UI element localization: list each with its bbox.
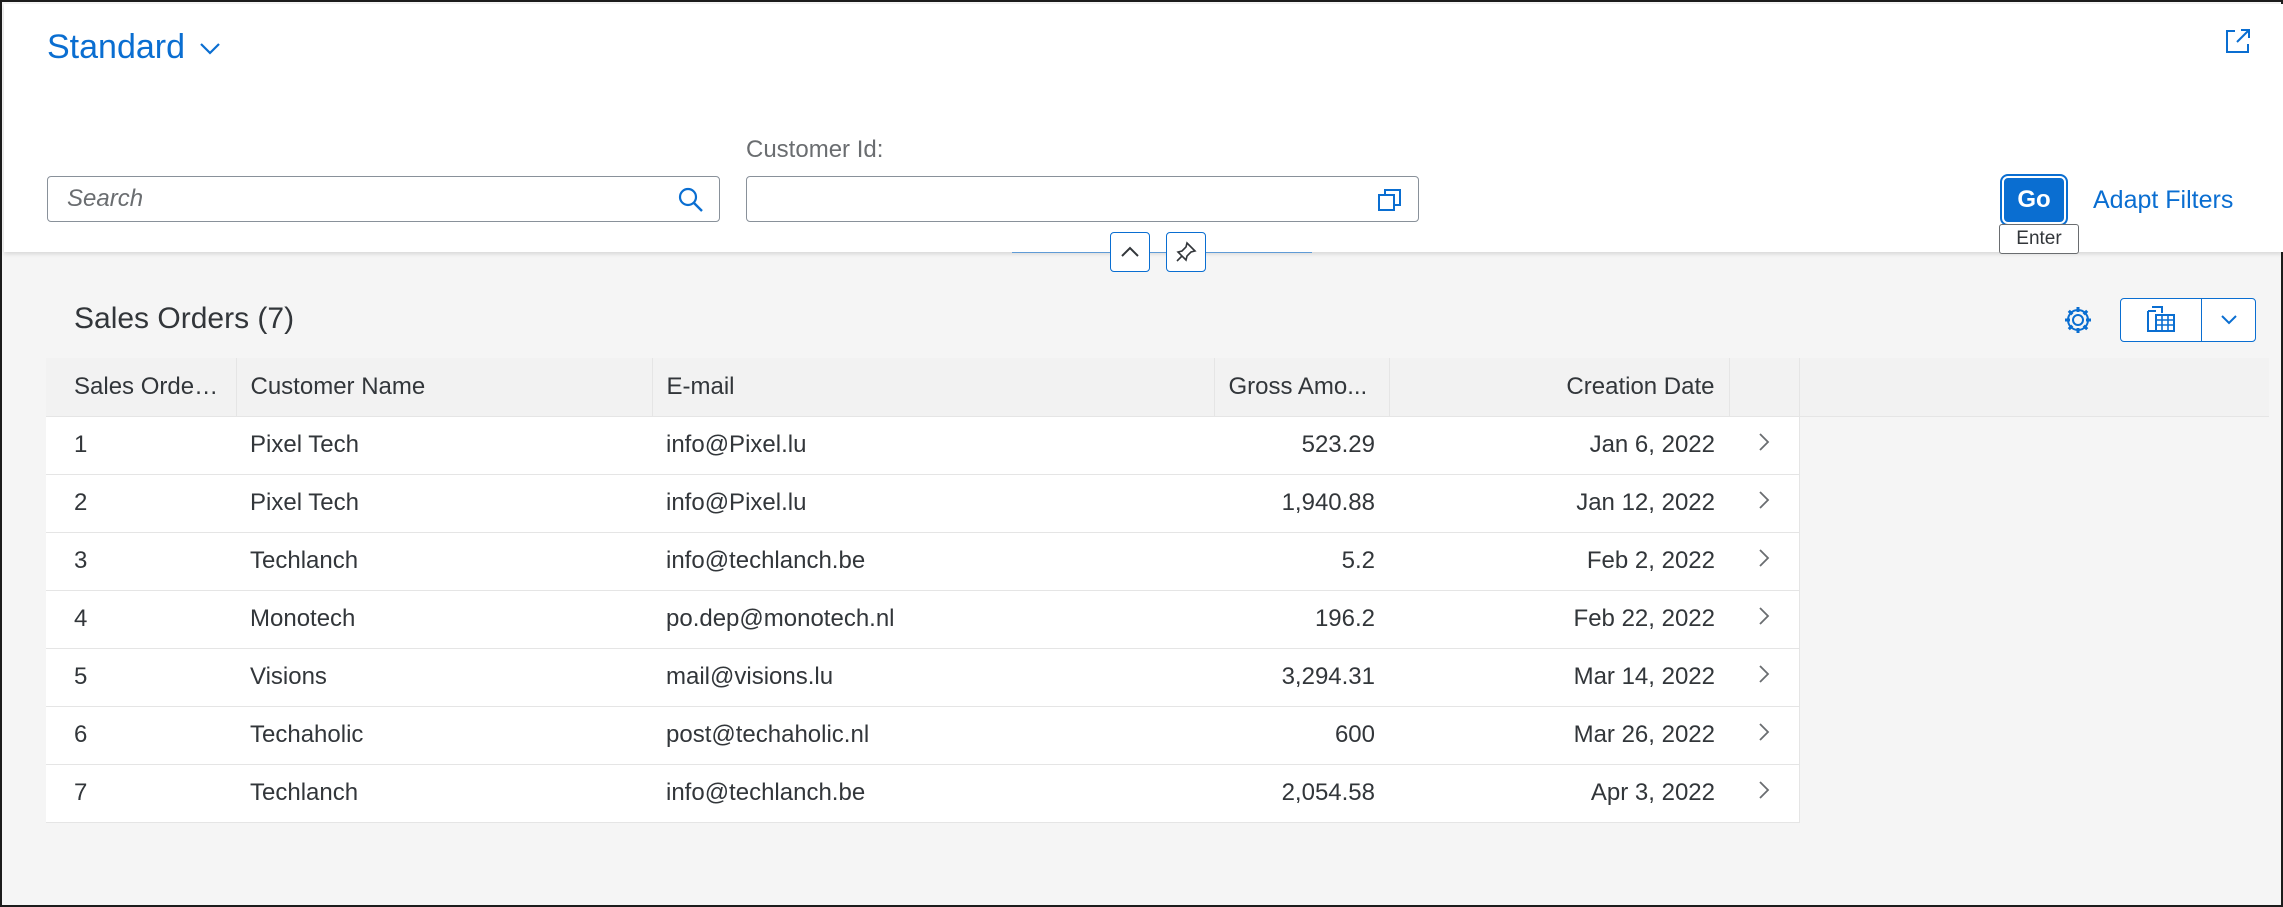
customer-id-input[interactable] [746,176,1419,222]
column-header-navigation [1729,358,1800,417]
adapt-filters-link[interactable]: Adapt Filters [2093,186,2233,215]
chevron-right-icon [1759,491,1770,509]
cell-email: info@Pixel.lu [652,474,1214,533]
cell-customer-name: Pixel Tech [236,416,652,475]
column-header-email[interactable]: E-mail [652,358,1215,417]
row-navigation[interactable] [1729,532,1799,591]
cell-customer-name: Techlanch [236,764,652,823]
table-title: Sales Orders (7) [74,302,295,335]
chevron-down-icon[interactable] [199,42,221,61]
row-navigation[interactable] [1729,764,1799,823]
row-navigation[interactable] [1729,648,1799,707]
row-filler [1798,416,2269,474]
chevron-right-icon [1759,723,1770,741]
pin-header-button[interactable] [1166,232,1206,272]
cell-customer-name: Techaholic [236,706,652,765]
column-header-creation-date[interactable]: Creation Date [1389,358,1730,417]
header-divider [1012,252,1312,253]
cell-sales-order-id: 2 [46,474,236,533]
go-tooltip: Enter [1999,224,2079,254]
sales-orders-table: Sales Order Id Customer Name E-mail Gros… [46,358,2269,823]
filter-header: Standard Customer Id: Search Go Adapt Fi… [4,4,2283,252]
cell-creation-date: Mar 14, 2022 [1389,648,1729,707]
cell-creation-date: Mar 26, 2022 [1389,706,1729,765]
row-navigation[interactable] [1729,474,1799,533]
cell-email: info@Pixel.lu [652,416,1214,475]
row-navigation[interactable] [1729,416,1799,475]
cell-email: mail@visions.lu [652,648,1214,707]
export-button[interactable] [2121,299,2202,341]
cell-creation-date: Apr 3, 2022 [1389,764,1729,823]
table-row[interactable]: 3 Techlanch info@techlanch.be 5.2 Feb 2, 202… [46,532,2269,591]
cell-creation-date: Jan 6, 2022 [1389,416,1729,475]
cell-email: info@techlanch.be [652,764,1214,823]
value-help-icon[interactable] [1376,186,1404,219]
search-placeholder: Search [67,185,144,212]
export-button-group [2120,298,2256,342]
cell-gross-amount: 3,294.31 [1214,648,1389,707]
cell-gross-amount: 523.29 [1214,416,1389,475]
collapse-header-button[interactable] [1110,232,1150,272]
chevron-right-icon [1759,781,1770,799]
cell-creation-date: Feb 2, 2022 [1389,532,1729,591]
column-header-sales-order-id[interactable]: Sales Order Id [46,358,237,417]
cell-email: info@techlanch.be [652,532,1214,591]
table-row[interactable]: 1 Pixel Tech info@Pixel.lu 523.29 Jan 6, 202… [46,416,2269,475]
row-filler [1798,706,2269,764]
row-filler [1798,764,2269,822]
cell-email: post@techaholic.nl [652,706,1214,765]
chevron-up-icon [1121,246,1139,257]
variant-title: Standard [47,28,185,66]
pin-icon [1176,241,1197,262]
cell-sales-order-id: 5 [46,648,236,707]
table-row[interactable]: 5 Visions mail@visions.lu 3,294.31 Mar 14, 2… [46,648,2269,707]
row-navigation[interactable] [1729,706,1799,765]
row-filler [1798,648,2269,706]
cell-sales-order-id: 6 [46,706,236,765]
go-button[interactable]: Go [2000,174,2068,226]
cell-sales-order-id: 1 [46,416,236,475]
chevron-right-icon [1759,665,1770,683]
row-filler [1798,590,2269,648]
cell-email: po.dep@monotech.nl [652,590,1214,649]
cell-customer-name: Techlanch [236,532,652,591]
app-frame: Standard Customer Id: Search Go Adapt Fi… [0,0,2283,907]
cell-sales-order-id: 3 [46,532,236,591]
chevron-right-icon [1759,607,1770,625]
cell-gross-amount: 1,940.88 [1214,474,1389,533]
cell-customer-name: Pixel Tech [236,474,652,533]
row-filler [1798,532,2269,590]
cell-creation-date: Feb 22, 2022 [1389,590,1729,649]
chevron-right-icon [1759,433,1770,451]
customer-id-label: Customer Id: [746,136,884,163]
cell-sales-order-id: 7 [46,764,236,823]
cell-creation-date: Jan 12, 2022 [1389,474,1729,533]
row-filler [1798,474,2269,532]
column-header-customer-name[interactable]: Customer Name [236,358,653,417]
cell-gross-amount: 5.2 [1214,532,1389,591]
search-input[interactable]: Search [47,176,720,222]
share-icon[interactable] [2223,26,2253,61]
header-filler [1799,358,2269,417]
cell-customer-name: Visions [236,648,652,707]
chevron-right-icon [1759,549,1770,567]
export-menu-button[interactable] [2202,299,2255,341]
chevron-down-icon [2220,315,2237,325]
row-navigation[interactable] [1729,590,1799,649]
cell-gross-amount: 2,054.58 [1214,764,1389,823]
variant-management[interactable]: Standard [47,28,221,67]
table-row[interactable]: 4 Monotech po.dep@monotech.nl 196.2 Feb 22, … [46,590,2269,649]
cell-sales-order-id: 4 [46,590,236,649]
cell-gross-amount: 196.2 [1214,590,1389,649]
table-row[interactable]: 7 Techlanch info@techlanch.be 2,054.58 Apr 3… [46,764,2269,823]
table-header-row: Sales Order Id Customer Name E-mail Gros… [46,358,2269,417]
cell-customer-name: Monotech [236,590,652,649]
column-header-gross-amount[interactable]: Gross Amo... [1214,358,1390,417]
cell-gross-amount: 600 [1214,706,1389,765]
table-row[interactable]: 2 Pixel Tech info@Pixel.lu 1,940.88 Jan 12, … [46,474,2269,533]
search-icon[interactable] [677,186,705,219]
spreadsheet-export-icon [2147,306,2175,332]
table-row[interactable]: 6 Techaholic post@techaholic.nl 600 Mar 26, … [46,706,2269,765]
gear-icon[interactable] [2062,304,2094,341]
